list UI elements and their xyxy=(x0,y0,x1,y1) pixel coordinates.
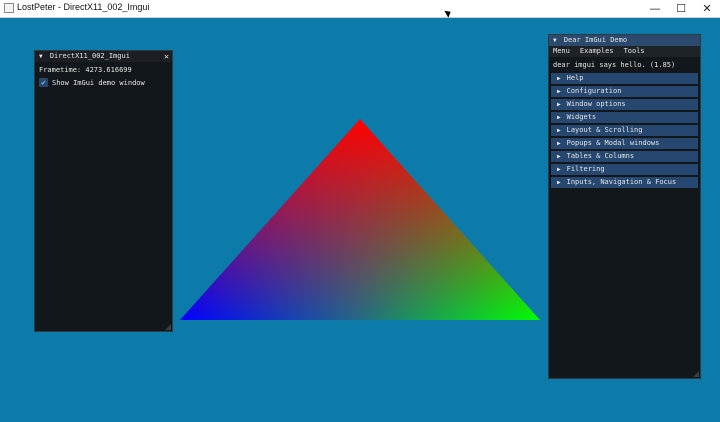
resize-grip-icon[interactable] xyxy=(693,371,699,377)
expand-triangle-icon: ▶ xyxy=(557,140,561,147)
window-title-bar[interactable]: ▼ DirectX11_002_Imgui ✕ xyxy=(35,51,172,62)
window-title: DirectX11_002_Imgui xyxy=(49,52,130,60)
header-widgets[interactable]: ▶ Widgets xyxy=(551,112,698,123)
demo-title-bar[interactable]: ▼ Dear ImGui Demo xyxy=(549,35,700,46)
minimize-button[interactable]: — xyxy=(642,0,668,17)
hello-text: dear imgui says hello. (1.85) xyxy=(553,61,676,69)
resize-grip-icon[interactable] xyxy=(165,324,171,330)
header-layout-scrolling[interactable]: ▶ Layout & Scrolling xyxy=(551,125,698,136)
header-label: Inputs, Navigation & Focus xyxy=(566,178,677,186)
header-label: Layout & Scrolling xyxy=(566,126,643,134)
header-label: Widgets xyxy=(566,113,597,121)
show-demo-checkbox-row[interactable]: ✔ Show ImGui demo window xyxy=(39,78,168,87)
expand-triangle-icon: ▶ xyxy=(557,101,561,108)
app-icon xyxy=(4,3,14,13)
header-label: Tables & Columns xyxy=(566,152,635,160)
menu-examples[interactable]: Examples xyxy=(580,46,614,57)
collapse-triangle-icon[interactable]: ▼ xyxy=(39,51,43,62)
menu-menu[interactable]: Menu xyxy=(553,46,570,57)
directx-imgui-window[interactable]: ▼ DirectX11_002_Imgui ✕ Frametime: 4273.… xyxy=(34,50,173,332)
expand-triangle-icon: ▶ xyxy=(557,166,561,173)
app-title-bar: LostPeter - DirectX11_002_Imgui — ☐ ✕ xyxy=(0,0,720,18)
frametime-label: Frametime: 4273.616699 xyxy=(39,66,132,74)
header-label: Configuration xyxy=(566,87,622,95)
header-inputs-navigation[interactable]: ▶ Inputs, Navigation & Focus xyxy=(551,177,698,188)
imgui-demo-window[interactable]: ▼ Dear ImGui Demo Menu Examples Tools de… xyxy=(548,34,701,379)
header-popups-modal[interactable]: ▶ Popups & Modal windows xyxy=(551,138,698,149)
expand-triangle-icon: ▶ xyxy=(557,75,561,82)
render-viewport[interactable]: ▼ DirectX11_002_Imgui ✕ Frametime: 4273.… xyxy=(0,18,720,422)
header-label: Filtering xyxy=(566,165,605,173)
expand-triangle-icon: ▶ xyxy=(557,88,561,95)
expand-triangle-icon: ▶ xyxy=(557,153,561,160)
mouse-cursor-icon xyxy=(444,8,453,18)
header-filtering[interactable]: ▶ Filtering xyxy=(551,164,698,175)
header-tables-columns[interactable]: ▶ Tables & Columns xyxy=(551,151,698,162)
header-label: Popups & Modal windows xyxy=(566,139,660,147)
demo-menubar: Menu Examples Tools xyxy=(549,46,700,57)
expand-triangle-icon: ▶ xyxy=(557,127,561,134)
expand-triangle-icon: ▶ xyxy=(557,179,561,186)
app-title: LostPeter - DirectX11_002_Imgui xyxy=(17,2,150,12)
header-help[interactable]: ▶ Help xyxy=(551,73,698,84)
header-label: Help xyxy=(566,74,584,82)
close-button[interactable]: ✕ xyxy=(694,0,720,17)
header-configuration[interactable]: ▶ Configuration xyxy=(551,86,698,97)
checkmark-icon: ✔ xyxy=(41,78,46,87)
show-demo-checkbox[interactable]: ✔ xyxy=(39,78,48,87)
expand-triangle-icon: ▶ xyxy=(557,114,561,121)
menu-tools[interactable]: Tools xyxy=(624,46,645,57)
header-window-options[interactable]: ▶ Window options xyxy=(551,99,698,110)
collapse-triangle-icon[interactable]: ▼ xyxy=(553,35,557,46)
maximize-button[interactable]: ☐ xyxy=(668,0,694,17)
checkbox-label: Show ImGui demo window xyxy=(52,78,145,87)
demo-window-title: Dear ImGui Demo xyxy=(563,36,628,44)
header-label: Window options xyxy=(566,100,626,108)
close-icon[interactable]: ✕ xyxy=(164,51,169,62)
